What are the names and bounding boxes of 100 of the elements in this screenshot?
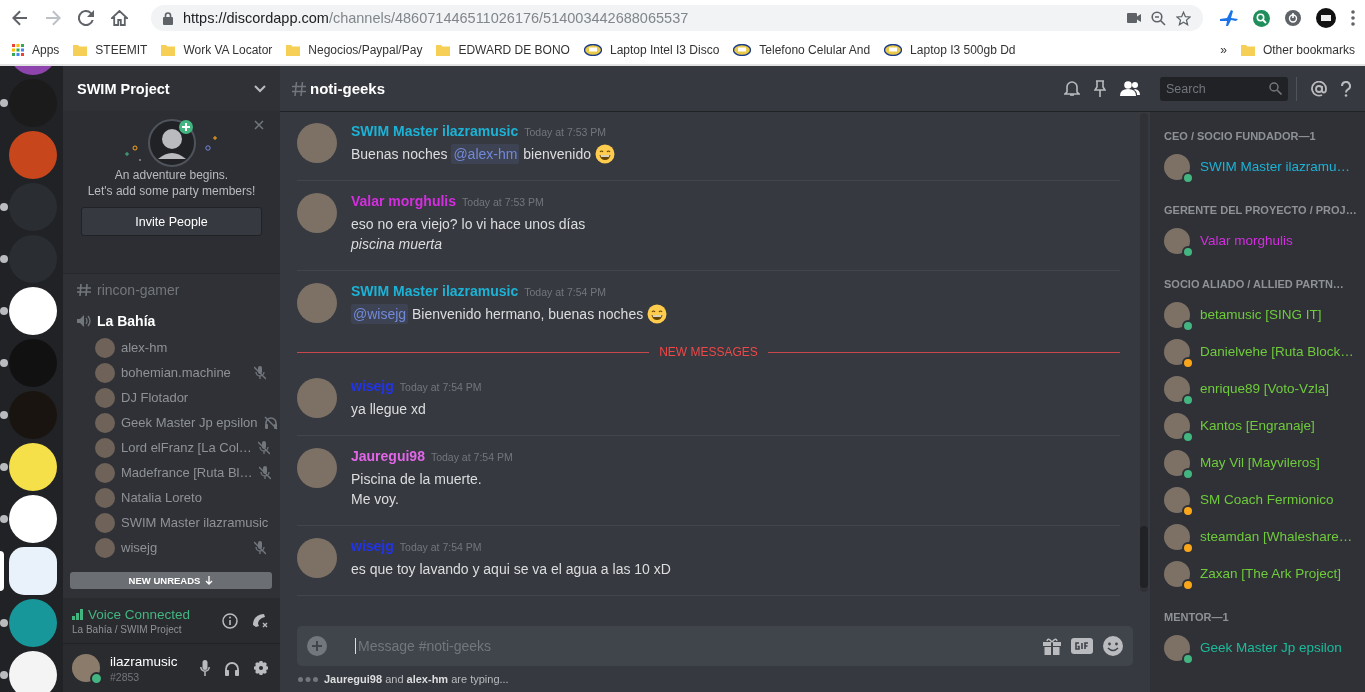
menu-icon[interactable] <box>1351 10 1355 26</box>
camera-icon[interactable] <box>1127 13 1141 23</box>
close-icon[interactable] <box>254 120 264 130</box>
member[interactable]: Valar morghulis <box>1164 222 1357 259</box>
folder-icon <box>286 44 301 56</box>
avatar-placeholder <box>1164 449 1190 476</box>
power-extension-icon[interactable] <box>1285 10 1301 26</box>
reload-icon[interactable] <box>78 10 94 26</box>
bookmark[interactable]: Laptop Intel I3 Disco <box>583 43 720 57</box>
server-icon[interactable] <box>9 547 57 595</box>
member[interactable]: enrique89 [Voto-Vzla] <box>1164 370 1357 407</box>
member[interactable]: May Vil [Mayvileros] <box>1164 444 1357 481</box>
star-icon[interactable] <box>1176 10 1191 26</box>
gif-icon[interactable] <box>1071 638 1093 654</box>
member[interactable]: Danielvehe [Ruta Block… <box>1164 333 1357 370</box>
avatar-placeholder <box>1164 375 1190 402</box>
speaker-icon <box>77 315 91 327</box>
avatar-placeholder <box>297 538 337 578</box>
invite-people-button[interactable]: Invite People <box>81 207 262 236</box>
arrow-down-icon <box>205 576 214 585</box>
scrollbar[interactable] <box>1140 113 1148 592</box>
voice-user-name[interactable]: Lord elFranz [La Col… <box>121 440 252 455</box>
disconnect-icon[interactable] <box>252 612 268 629</box>
voice-user-name[interactable]: DJ Flotador <box>121 390 266 405</box>
zoom-icon[interactable] <box>1151 10 1166 26</box>
author-name[interactable]: SWIM Master ilazramusic <box>351 123 519 139</box>
bookmark[interactable]: Negocios/Paypal/Pay <box>286 43 423 57</box>
timestamp: Today at 7:54 PM <box>399 541 482 553</box>
new-unreads-button[interactable]: NEW UNREADS <box>70 572 272 589</box>
avatar-placeholder <box>95 412 115 433</box>
server-icon[interactable] <box>9 651 57 692</box>
help-icon[interactable] <box>1341 80 1351 97</box>
author-name[interactable]: Jauregui98 <box>351 448 425 464</box>
voice-user-name[interactable]: Natalia Loreto <box>121 490 266 505</box>
gift-icon[interactable] <box>1043 637 1061 655</box>
member[interactable]: SM Coach Fermionico <box>1164 481 1357 518</box>
address-bar[interactable]: https://discordapp.com/channels/486071446511026176/514003442688065537 <box>151 5 1203 31</box>
author-name[interactable]: SWIM Master ilazramusic <box>351 283 519 299</box>
bookmark[interactable]: STEEMIT <box>73 43 148 57</box>
typing-dots-icon <box>298 676 318 682</box>
avatar-placeholder <box>1164 153 1190 180</box>
bookmark[interactable]: EDWARD DE BONO <box>436 43 570 57</box>
bookmark[interactable]: Other bookmarks <box>1240 43 1355 57</box>
avatar-placeholder <box>95 337 115 358</box>
avatar-placeholder <box>297 123 337 163</box>
folder-icon <box>161 44 176 56</box>
avatar-placeholder <box>95 512 115 533</box>
plane-icon[interactable] <box>1220 10 1238 26</box>
avatar-placeholder <box>297 448 337 488</box>
headphones-icon[interactable] <box>224 660 240 676</box>
member-name: Valar morghulis <box>1200 233 1293 248</box>
avatar-placeholder <box>1164 227 1190 254</box>
voice-user-name[interactable]: Madefrance [Ruta Bl… <box>121 465 253 480</box>
bell-icon[interactable] <box>1064 80 1080 97</box>
member[interactable]: Kantos [Engranaje] <box>1164 407 1357 444</box>
more-bookmarks-button[interactable]: » <box>1220 43 1227 57</box>
avatar-placeholder <box>95 487 115 508</box>
bookmark[interactable]: Apps <box>12 43 60 57</box>
member[interactable]: betamusic [SING IT] <box>1164 296 1357 333</box>
bookmark[interactable]: Work VA Locator <box>161 43 273 57</box>
server-header[interactable]: SWIM Project <box>63 66 280 111</box>
pin-icon[interactable] <box>1094 80 1106 97</box>
voice-user-name[interactable]: SWIM Master ilazramusic <box>121 515 269 530</box>
member[interactable]: steamdan [Whaleshare… <box>1164 518 1357 555</box>
timestamp: Today at 7:54 PM <box>430 451 513 463</box>
server-icon[interactable] <box>9 443 57 491</box>
member-name: Kantos [Engranaje] <box>1200 418 1315 433</box>
apps-grid-icon <box>12 44 24 56</box>
bookmark[interactable]: Telefono Celular And <box>733 43 871 57</box>
profile-avatar-icon[interactable] <box>1316 8 1336 28</box>
voice-channel[interactable]: La Bahía <box>63 307 280 335</box>
member[interactable]: Zaxan [The Ark Project] <box>1164 555 1357 592</box>
typing-indicator: Jauregui98 and alex-hm are typing... <box>324 673 509 685</box>
home-icon[interactable] <box>111 10 128 26</box>
message-text: es que toy lavando y aqui se va el agua a las 10 xD <box>351 560 671 579</box>
chevron-down-icon[interactable] <box>254 84 266 93</box>
hash-icon <box>292 81 306 96</box>
voice-user-name[interactable]: bohemian.machine <box>121 365 248 380</box>
members-icon[interactable] <box>1120 81 1140 96</box>
server-icon[interactable] <box>9 495 57 543</box>
bookmark[interactable]: Laptop I3 500gb Dd <box>884 43 1016 57</box>
magnifier-extension-icon[interactable] <box>1253 9 1270 27</box>
settings-icon[interactable] <box>254 661 268 675</box>
mention-icon[interactable] <box>1311 80 1327 97</box>
search-field[interactable]: Search <box>1160 76 1288 101</box>
avatar-placeholder <box>1164 412 1190 439</box>
back-icon[interactable] <box>12 10 28 26</box>
info-icon[interactable] <box>222 612 238 629</box>
message-text: eso no era viejo? lo vi hace unos días <box>351 215 586 234</box>
role-header: CEO / SOCIO FUNDADOR—1 <box>1164 129 1317 144</box>
microphone-icon[interactable] <box>200 660 210 676</box>
hash-icon <box>77 283 91 296</box>
laptop-icon <box>884 44 903 56</box>
smiley-icon[interactable] <box>1103 636 1123 656</box>
member[interactable]: SWIM Master ilazramu… <box>1164 148 1357 185</box>
member[interactable]: Geek Master Jp epsilon <box>1164 629 1357 666</box>
voice-user-name[interactable]: Geek Master Jp epsilon <box>121 415 258 430</box>
voice-user-name[interactable]: wisejg <box>121 540 248 555</box>
voice-user-name[interactable]: alex-hm <box>121 340 266 355</box>
server-icon[interactable] <box>9 287 57 335</box>
